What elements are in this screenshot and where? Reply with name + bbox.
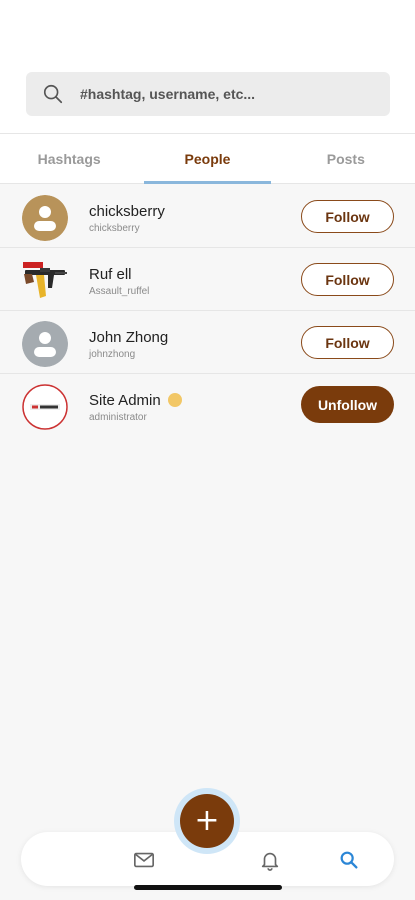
- tab-people[interactable]: People: [138, 134, 276, 184]
- verified-badge-icon: [167, 393, 182, 408]
- tab-bar: Hashtags People Posts: [0, 133, 415, 184]
- search-bar[interactable]: [26, 72, 390, 116]
- header: [0, 0, 415, 133]
- tab-hashtags[interactable]: Hashtags: [0, 134, 138, 183]
- follow-button[interactable]: Follow: [301, 326, 394, 359]
- create-post-button[interactable]: +: [180, 794, 234, 848]
- mail-icon[interactable]: [133, 849, 155, 871]
- person-name: John Zhong: [89, 329, 169, 346]
- person-handle: administrator: [89, 412, 147, 423]
- people-list: chicksberry chicksberry Follow Ruf ell A…: [0, 185, 415, 437]
- person-name: Site Admin: [89, 392, 182, 409]
- tab-posts[interactable]: Posts: [277, 134, 415, 183]
- bell-icon[interactable]: [259, 849, 281, 871]
- logo-image: [22, 384, 68, 430]
- search-icon[interactable]: [338, 849, 360, 871]
- list-item[interactable]: John Zhong johnzhong Follow: [0, 311, 415, 374]
- follow-button[interactable]: Follow: [301, 263, 394, 296]
- person-name-text: Site Admin: [89, 392, 161, 409]
- person-handle: Assault_ruffel: [89, 286, 150, 297]
- rifle-image: [22, 258, 68, 304]
- person-handle: chicksberry: [89, 223, 140, 234]
- default-avatar-icon: [22, 195, 68, 241]
- unfollow-button[interactable]: Unfollow: [301, 386, 394, 423]
- list-item[interactable]: Site Admin administrator Unfollow: [0, 374, 415, 437]
- person-name: Ruf ell: [89, 266, 132, 283]
- list-item[interactable]: chicksberry chicksberry Follow: [0, 185, 415, 248]
- person-name: chicksberry: [89, 203, 165, 220]
- follow-button[interactable]: Follow: [301, 200, 394, 233]
- search-icon: [43, 84, 63, 104]
- list-item[interactable]: Ruf ell Assault_ruffel Follow: [0, 248, 415, 311]
- default-avatar-icon: [22, 321, 68, 367]
- search-input[interactable]: [78, 85, 382, 103]
- home-indicator: [134, 885, 282, 890]
- person-handle: johnzhong: [89, 349, 136, 360]
